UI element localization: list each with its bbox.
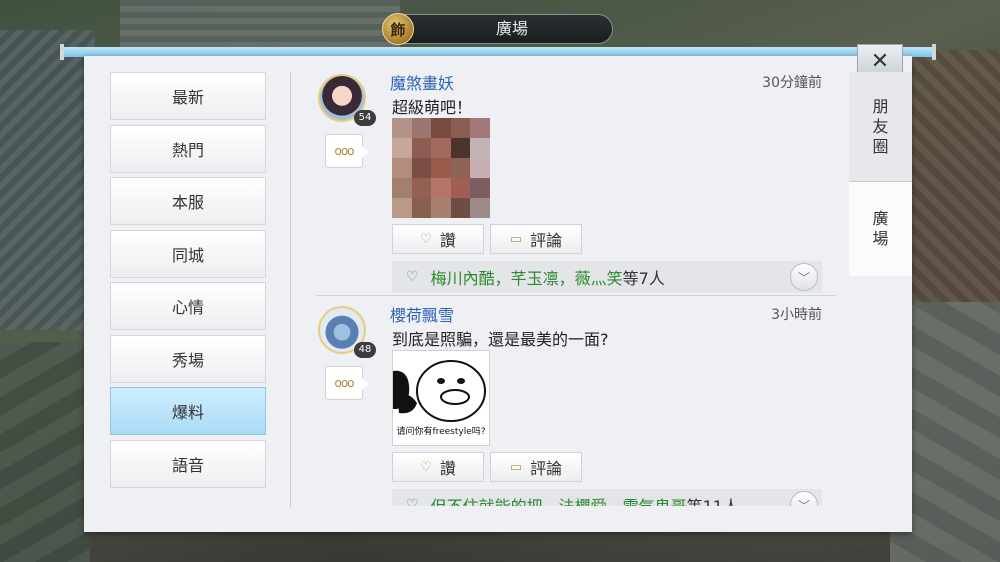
tab-plaza[interactable]: 廣 場	[849, 182, 912, 276]
post-text: 到底是照騙，還是最美的一面?	[392, 330, 609, 349]
more-options-button[interactable]: ooo	[325, 366, 369, 400]
menu-item-same-city[interactable]: 同城	[110, 229, 266, 278]
menu-item-mood[interactable]: 心情	[110, 282, 266, 330]
comment-label: 評論	[530, 459, 563, 478]
background-stairs	[120, 0, 400, 48]
menu-item-server[interactable]: 本服	[110, 177, 266, 225]
likers-names[interactable]: 但不住就能的把，法櫻舜，雪气鬼哥	[431, 493, 687, 506]
likers-count: 等7人	[622, 269, 665, 288]
heart-icon: ♡	[406, 497, 419, 506]
close-icon: ✕	[870, 48, 890, 74]
post-time: 30分鐘前	[762, 75, 822, 91]
likers-names[interactable]: 梅川內酷，芊玉凛，薇灬笑	[431, 265, 623, 289]
expand-likes-button[interactable]: ﹀	[790, 263, 818, 291]
post-divider	[316, 295, 836, 296]
tab-plaza-label: 廣 場	[872, 209, 889, 248]
post-image-sticker[interactable]: 请问你有freestyle吗?	[392, 350, 490, 446]
likes-bar: ♡ 但不住就能的把，法櫻舜，雪气鬼哥 等11人 ﹀	[392, 489, 822, 506]
background-roof-right	[900, 50, 1000, 310]
menu-item-gossip[interactable]: 爆料	[110, 387, 266, 435]
background-floor-left	[0, 342, 90, 562]
like-button[interactable]: ♡ 讚	[392, 224, 484, 254]
comment-label: 評論	[530, 231, 563, 250]
category-menu: 最新 熱門 本服 同城 心情 秀場 爆料 語音	[110, 72, 266, 492]
post-item: 54 ooo 魔煞畫妖 30分鐘前 超級萌吧！ ♡ 讚 ▭ 評論 ♡ 梅川內酷，…	[300, 66, 840, 293]
tab-moments-label: 朋 友 圈	[872, 96, 889, 156]
post-time: 3小時前	[771, 307, 822, 323]
level-badge: 48	[354, 342, 376, 358]
comment-icon: ▭	[509, 459, 523, 475]
page-title: 廣場	[495, 19, 528, 38]
post-text: 超級萌吧！	[392, 98, 473, 117]
post-item: 48 ooo 櫻荷飄雪 3小時前 到底是照騙，還是最美的一面? 请问你有free…	[300, 298, 840, 506]
expand-likes-button[interactable]: ﹀	[790, 491, 818, 506]
menu-item-popular[interactable]: 熱門	[110, 124, 266, 173]
menu-item-latest[interactable]: 最新	[110, 72, 266, 120]
more-icon: ooo	[334, 376, 354, 390]
heart-icon: ♡	[420, 459, 432, 475]
tab-moments[interactable]: 朋 友 圈	[849, 72, 912, 182]
like-label: 讚	[439, 231, 456, 250]
level-badge: 54	[354, 110, 376, 126]
like-label: 讚	[439, 459, 456, 478]
side-tabs: 朋 友 圈 廣 場	[849, 72, 912, 276]
like-button[interactable]: ♡ 讚	[392, 452, 484, 482]
comment-icon: ▭	[509, 231, 523, 247]
feed-list[interactable]: 54 ooo 魔煞畫妖 30分鐘前 超級萌吧！ ♡ 讚 ▭ 評論 ♡ 梅川內酷，…	[300, 66, 840, 506]
menu-item-voice[interactable]: 語音	[110, 439, 266, 488]
title-badge-icon: 飾	[382, 13, 414, 45]
heart-icon: ♡	[406, 269, 419, 285]
sticker-caption: 请问你有freestyle吗?	[396, 427, 486, 437]
background-roof-left	[0, 30, 95, 330]
comment-button[interactable]: ▭ 評論	[490, 452, 582, 482]
likes-bar: ♡ 梅川內酷，芊玉凛，薇灬笑 等7人 ﹀	[392, 261, 822, 293]
comment-button[interactable]: ▭ 評論	[490, 224, 582, 254]
chevron-down-icon: ﹀	[797, 270, 810, 285]
author-name[interactable]: 魔煞畫妖	[390, 70, 454, 94]
author-name[interactable]: 櫻荷飄雪	[390, 302, 454, 326]
post-image-pixelated[interactable]	[392, 118, 490, 218]
menu-divider	[290, 72, 291, 508]
more-options-button[interactable]: ooo	[325, 134, 369, 168]
chevron-down-icon: ﹀	[797, 498, 810, 507]
more-icon: ooo	[334, 144, 354, 158]
likers-count: 等11人	[687, 493, 739, 506]
menu-item-show[interactable]: 秀場	[110, 334, 266, 383]
heart-icon: ♡	[420, 231, 432, 247]
